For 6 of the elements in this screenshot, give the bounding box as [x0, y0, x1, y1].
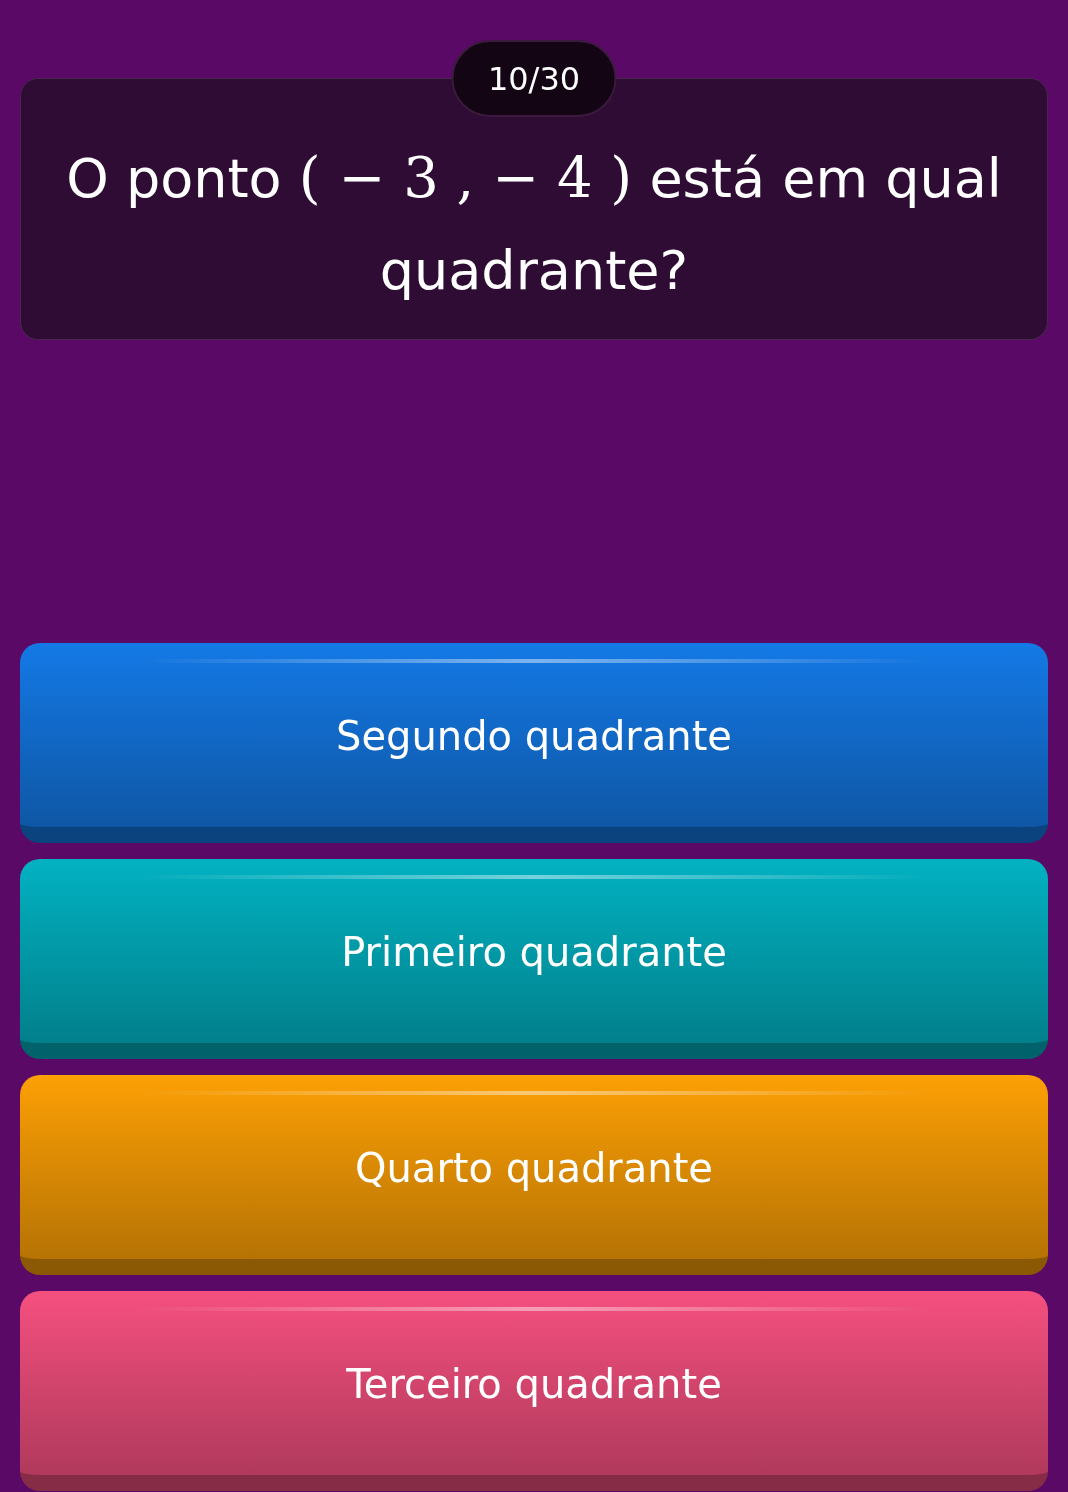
answer-button[interactable]: Terceiro quadrante: [20, 1291, 1048, 1491]
progress-counter: 10/30: [451, 40, 617, 117]
answer-button[interactable]: Segundo quadrante: [20, 643, 1048, 843]
question-text: O ponto ( − 3 , − 4 ) está em qual quadrante?: [65, 143, 1003, 304]
answer-button[interactable]: Quarto quadrante: [20, 1075, 1048, 1275]
answer-button[interactable]: Primeiro quadrante: [20, 859, 1048, 1059]
